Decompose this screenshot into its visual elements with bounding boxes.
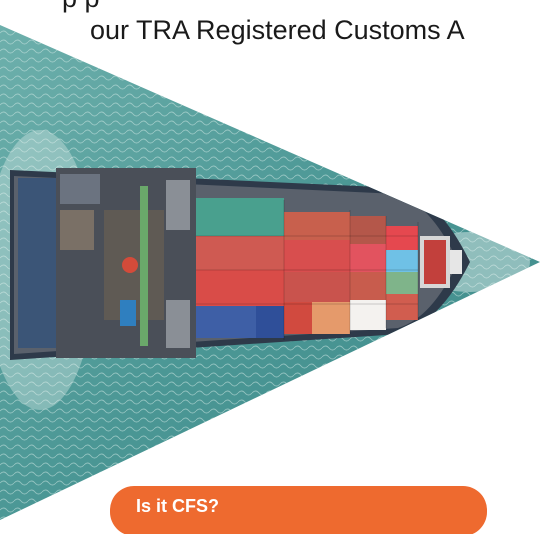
ship	[10, 168, 470, 360]
headline: p p our TRA Registered Customs A	[0, 0, 543, 46]
headline-line-2: our TRA Registered Customs A	[90, 15, 465, 45]
page: p p our TRA Registered Customs A Is it C…	[0, 0, 543, 534]
headline-line-1: p p	[0, 0, 543, 14]
is-it-cfs-label: Is it CFS?	[136, 496, 220, 516]
hero-image	[0, 0, 543, 534]
is-it-cfs-button[interactable]: Is it CFS?	[110, 486, 487, 534]
